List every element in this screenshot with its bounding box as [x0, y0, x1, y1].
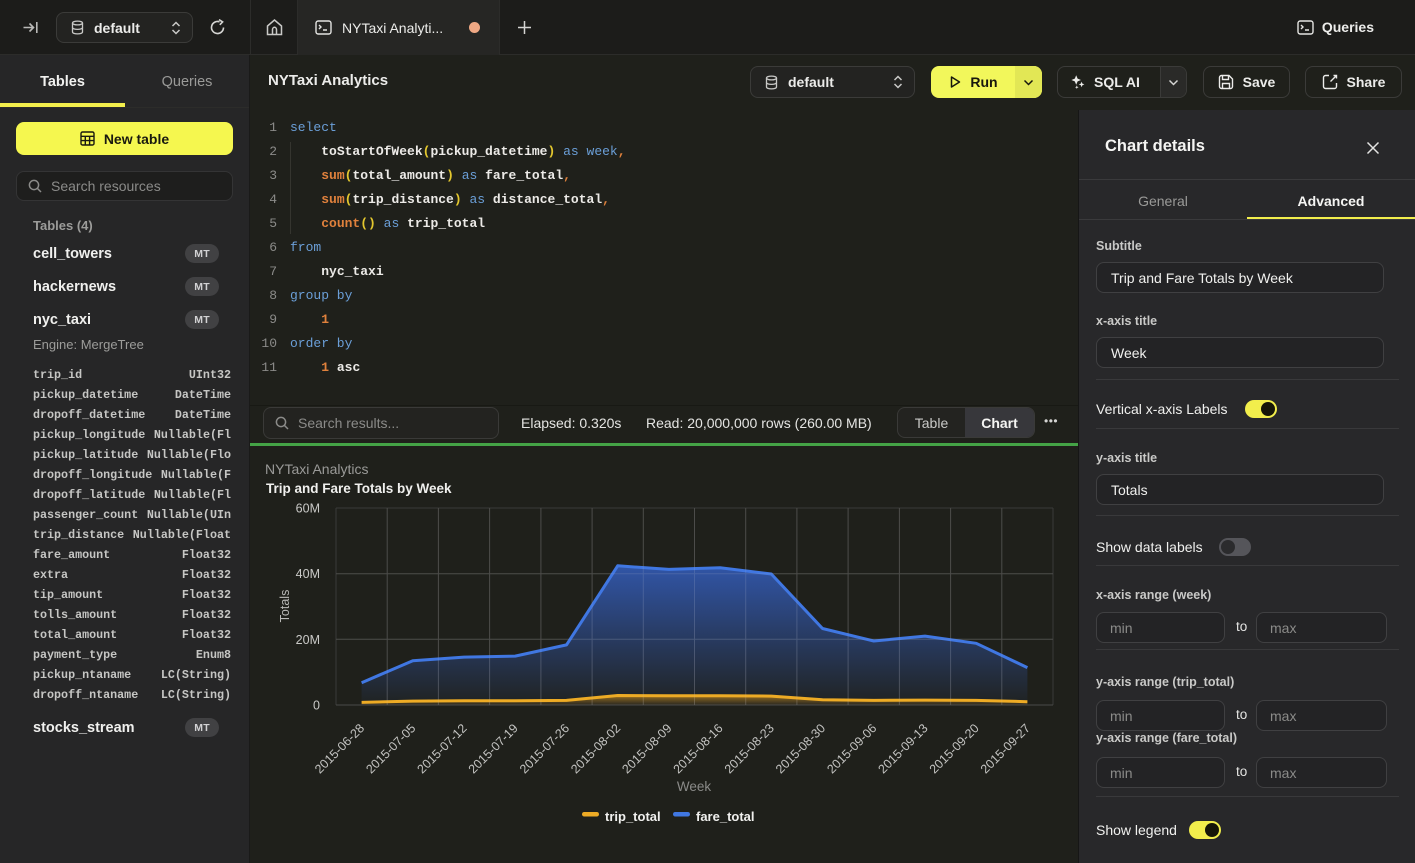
svg-text:2015-08-02: 2015-08-02: [568, 721, 623, 776]
svg-text:0: 0: [313, 699, 320, 713]
svg-text:Trip and Fare Totals by Week: Trip and Fare Totals by Week: [266, 481, 452, 496]
svg-text:60M: 60M: [296, 502, 320, 516]
svg-text:40M: 40M: [296, 567, 320, 581]
svg-text:Week: Week: [677, 779, 712, 794]
svg-text:2015-09-06: 2015-09-06: [824, 721, 879, 776]
svg-text:2015-08-09: 2015-08-09: [619, 721, 674, 776]
svg-text:2015-07-26: 2015-07-26: [517, 721, 572, 776]
svg-text:2015-07-12: 2015-07-12: [415, 721, 470, 776]
svg-text:20M: 20M: [296, 633, 320, 647]
svg-text:2015-08-30: 2015-08-30: [773, 721, 828, 776]
svg-text:Totals: Totals: [278, 590, 292, 623]
svg-text:2015-06-28: 2015-06-28: [312, 721, 367, 776]
svg-text:2015-09-20: 2015-09-20: [927, 721, 982, 776]
svg-text:2015-08-16: 2015-08-16: [671, 721, 726, 776]
svg-text:NYTaxi Analytics: NYTaxi Analytics: [265, 461, 368, 477]
svg-text:2015-07-05: 2015-07-05: [363, 721, 418, 776]
svg-text:trip_total: trip_total: [605, 809, 661, 824]
svg-text:2015-09-13: 2015-09-13: [876, 721, 931, 776]
svg-text:2015-08-23: 2015-08-23: [722, 721, 777, 776]
svg-text:2015-07-19: 2015-07-19: [466, 721, 521, 776]
svg-text:2015-09-27: 2015-09-27: [978, 721, 1033, 776]
svg-text:fare_total: fare_total: [696, 809, 755, 824]
